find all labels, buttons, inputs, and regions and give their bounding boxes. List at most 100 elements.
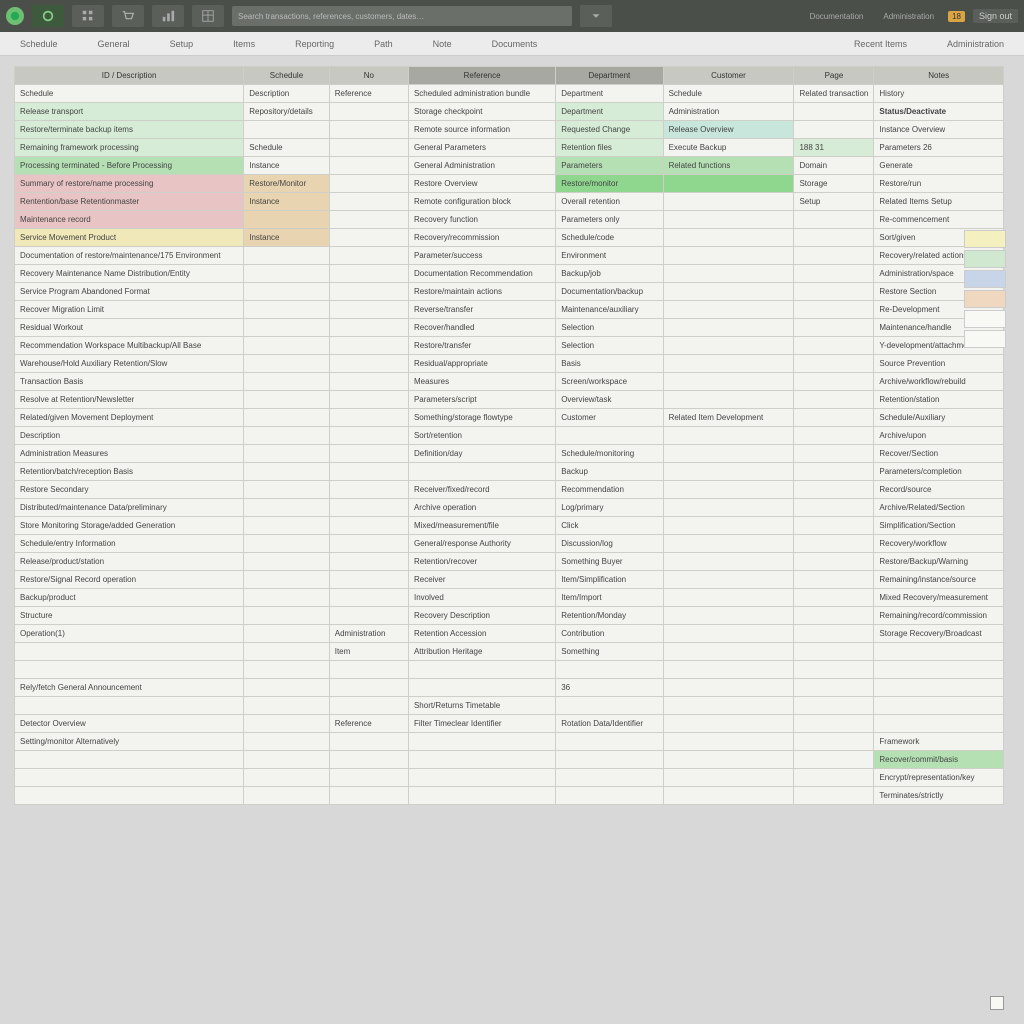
cell[interactable]: Recovery Description xyxy=(408,607,555,625)
cell[interactable] xyxy=(794,373,874,391)
cell[interactable] xyxy=(329,733,408,751)
cell[interactable]: Basis xyxy=(556,355,663,373)
cell[interactable] xyxy=(244,553,330,571)
cell[interactable]: Instance xyxy=(244,157,330,175)
cell[interactable] xyxy=(329,301,408,319)
table-row[interactable]: Remaining framework processingScheduleGe… xyxy=(15,139,1004,157)
cell[interactable] xyxy=(663,787,794,805)
cell[interactable]: General Parameters xyxy=(408,139,555,157)
cell[interactable] xyxy=(408,751,555,769)
table-row[interactable]: Encrypt/representation/key xyxy=(15,769,1004,787)
cell[interactable] xyxy=(329,103,408,121)
cell[interactable] xyxy=(244,589,330,607)
cell[interactable]: Restore/terminate backup items xyxy=(15,121,244,139)
cell[interactable]: Restore/Signal Record operation xyxy=(15,571,244,589)
cell[interactable]: Instance Overview xyxy=(874,121,1004,139)
cell[interactable]: Setup xyxy=(794,193,874,211)
cell[interactable] xyxy=(329,355,408,373)
cell[interactable]: Generate xyxy=(874,157,1004,175)
cell[interactable] xyxy=(329,193,408,211)
table-row[interactable]: Distributed/maintenance Data/preliminary… xyxy=(15,499,1004,517)
cell[interactable]: Release transport xyxy=(15,103,244,121)
table-row[interactable]: Documentation of restore/maintenance/175… xyxy=(15,247,1004,265)
cell[interactable]: Storage xyxy=(794,175,874,193)
cell[interactable] xyxy=(794,643,874,661)
cell[interactable]: Click xyxy=(556,517,663,535)
cell[interactable] xyxy=(244,211,330,229)
cell[interactable]: Related functions xyxy=(663,157,794,175)
cell[interactable] xyxy=(663,499,794,517)
cell[interactable]: Backup/job xyxy=(556,265,663,283)
cell[interactable] xyxy=(663,607,794,625)
cell[interactable] xyxy=(408,733,555,751)
cell[interactable]: Warehouse/Hold Auxiliary Retention/Slow xyxy=(15,355,244,373)
toolbar-doc-link[interactable]: Documentation xyxy=(810,12,864,21)
cell[interactable]: Remote configuration block xyxy=(408,193,555,211)
cell[interactable] xyxy=(15,751,244,769)
cell[interactable] xyxy=(663,535,794,553)
table-row[interactable]: Restore/Signal Record operationReceiverI… xyxy=(15,571,1004,589)
cell[interactable] xyxy=(794,409,874,427)
cell[interactable] xyxy=(794,337,874,355)
table-row[interactable]: Processing terminated - Before Processin… xyxy=(15,157,1004,175)
cell[interactable] xyxy=(663,553,794,571)
cell[interactable] xyxy=(329,589,408,607)
cell[interactable]: Restore/monitor xyxy=(556,175,663,193)
cell[interactable] xyxy=(556,697,663,715)
cell[interactable]: Rotation Data/Identifier xyxy=(556,715,663,733)
cell[interactable]: Department xyxy=(556,85,663,103)
cell[interactable] xyxy=(329,463,408,481)
cell[interactable] xyxy=(244,373,330,391)
cell[interactable]: Storage Recovery/Broadcast xyxy=(874,625,1004,643)
cell[interactable] xyxy=(663,373,794,391)
cell[interactable] xyxy=(663,625,794,643)
cell[interactable]: Re-commencement xyxy=(874,211,1004,229)
cell[interactable] xyxy=(244,697,330,715)
cell[interactable]: Reference xyxy=(329,715,408,733)
cell[interactable] xyxy=(408,787,555,805)
cell[interactable] xyxy=(408,463,555,481)
cell[interactable]: Involved xyxy=(408,589,555,607)
cell[interactable]: Restore/transfer xyxy=(408,337,555,355)
cell[interactable] xyxy=(663,247,794,265)
cell[interactable]: Release/product/station xyxy=(15,553,244,571)
cell[interactable] xyxy=(329,751,408,769)
cell[interactable]: Scheduled administration bundle xyxy=(408,85,555,103)
toolbar-grid-icon[interactable] xyxy=(72,5,104,27)
cell[interactable]: Simplification/Section xyxy=(874,517,1004,535)
cell[interactable] xyxy=(794,697,874,715)
legend-chip-yellow[interactable] xyxy=(964,230,1006,248)
cell[interactable] xyxy=(329,283,408,301)
cell[interactable]: Contribution xyxy=(556,625,663,643)
cell[interactable] xyxy=(244,643,330,661)
cell[interactable] xyxy=(244,481,330,499)
cell[interactable]: Instance xyxy=(244,193,330,211)
cell[interactable] xyxy=(329,517,408,535)
cell[interactable]: Department xyxy=(556,103,663,121)
cell[interactable] xyxy=(663,733,794,751)
cell[interactable]: Retention/station xyxy=(874,391,1004,409)
cell[interactable]: Retention Accession xyxy=(408,625,555,643)
cell[interactable] xyxy=(244,661,330,679)
toolbar-table-icon[interactable] xyxy=(192,5,224,27)
cell[interactable]: Remote source information xyxy=(408,121,555,139)
cell[interactable] xyxy=(244,283,330,301)
cell[interactable]: Service Program Abandoned Format xyxy=(15,283,244,301)
cell[interactable]: Something Buyer xyxy=(556,553,663,571)
cell[interactable] xyxy=(663,391,794,409)
cell[interactable]: Detector Overview xyxy=(15,715,244,733)
cell[interactable] xyxy=(329,211,408,229)
cell[interactable] xyxy=(329,607,408,625)
cell[interactable] xyxy=(15,697,244,715)
cell[interactable] xyxy=(329,697,408,715)
cell[interactable] xyxy=(15,643,244,661)
cell[interactable]: Related Item Development xyxy=(663,409,794,427)
cell[interactable] xyxy=(794,715,874,733)
cell[interactable]: Remaining framework processing xyxy=(15,139,244,157)
app-logo-icon[interactable] xyxy=(6,7,24,25)
cell[interactable]: Encrypt/representation/key xyxy=(874,769,1004,787)
table-row[interactable]: Detector OverviewReferenceFilter Timecle… xyxy=(15,715,1004,733)
cell[interactable] xyxy=(794,463,874,481)
cell[interactable] xyxy=(794,607,874,625)
cell[interactable] xyxy=(663,355,794,373)
